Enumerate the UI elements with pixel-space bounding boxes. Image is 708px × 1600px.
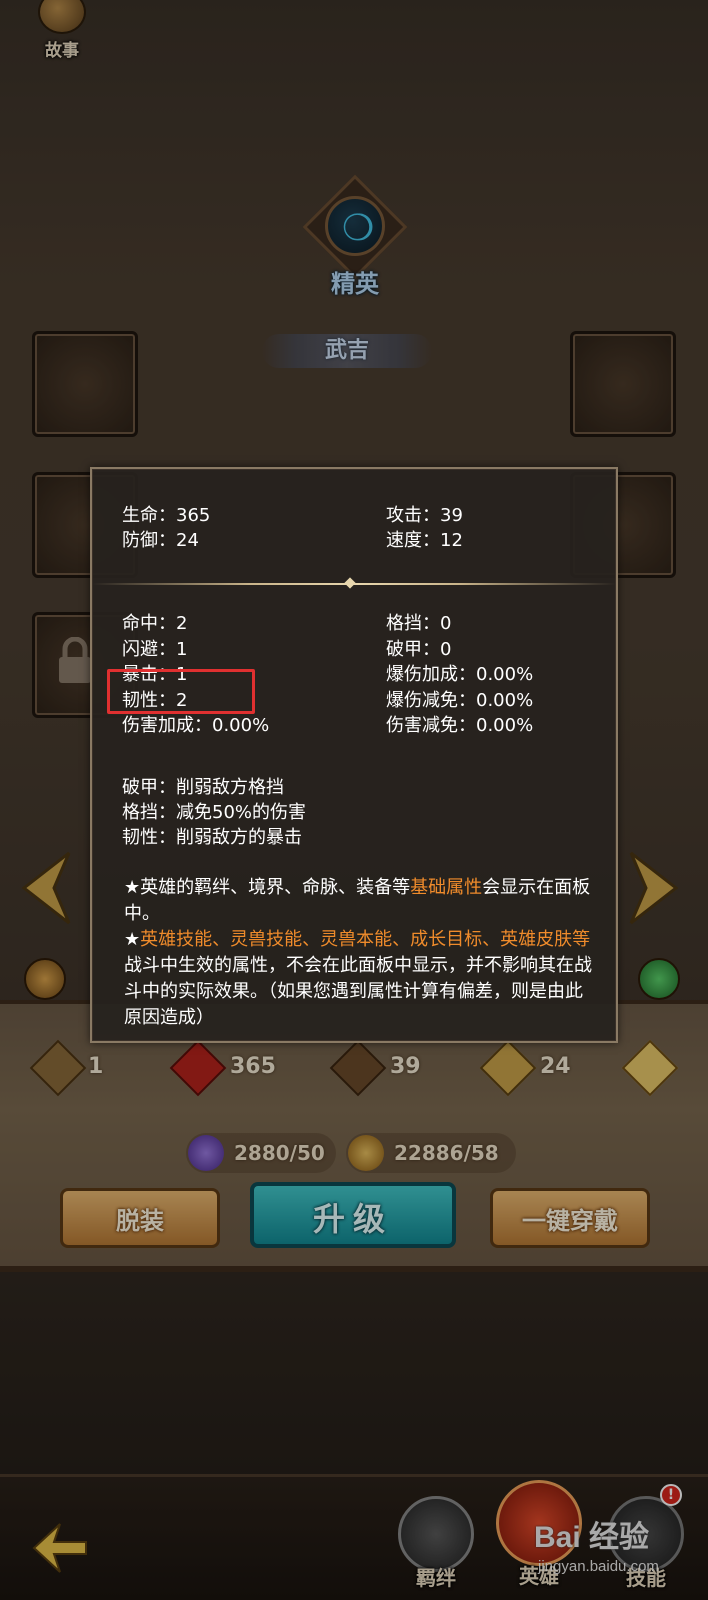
- note-combat-attributes: ★英雄技能、灵兽技能、灵兽本能、成长目标、英雄皮肤等战斗中生效的属性，不会在此面…: [124, 927, 594, 1031]
- stat-crit-dmg-bonus: 爆伤加成：0.00%: [386, 664, 534, 685]
- stat-speed: 速度：12: [386, 530, 463, 551]
- explain-armor-break: 破甲：削弱敌方格挡: [122, 777, 284, 798]
- stat-dodge: 闪避：1: [122, 639, 188, 660]
- stat-dmg-bonus: 伤害加成：0.00%: [122, 715, 270, 736]
- stat-attack: 攻击：39: [386, 505, 463, 526]
- divider-ornament: [344, 577, 356, 589]
- stat-dmg-reduce: 伤害减免：0.00%: [386, 715, 534, 736]
- toughness-annotation-box: [107, 669, 255, 714]
- stat-block: 格挡：0: [386, 613, 452, 634]
- note2-highlight: 英雄技能、灵兽技能、灵兽本能、成长目标、英雄皮肤等: [140, 929, 591, 950]
- note1-highlight: 基础属性: [410, 877, 483, 898]
- stat-crit-dmg-reduce: 爆伤减免：0.00%: [386, 690, 534, 711]
- note2-prefix: ★: [124, 929, 141, 950]
- note-basic-attributes: ★英雄的羁绊、境界、命脉、装备等基础属性会显示在面板中。: [124, 875, 594, 927]
- stat-defense: 防御：24: [122, 530, 199, 551]
- stat-armor-break: 破甲：0: [386, 639, 452, 660]
- explain-block: 格挡：减免50%的伤害: [122, 802, 307, 823]
- note2-suffix: 战斗中生效的属性，不会在此面板中显示，并不影响其在战斗中的实际效果。（如果您遇到…: [124, 955, 592, 1028]
- explain-toughness: 韧性：削弱敌方的暴击: [122, 827, 302, 848]
- attributes-popup: 生命：365 攻击：39 防御：24 速度：12 命中：2 闪避：1 暴击：1 …: [90, 467, 618, 1043]
- stat-hit: 命中：2: [122, 613, 188, 634]
- note1-prefix: ★英雄的羁绊、境界、命脉、装备等: [124, 877, 411, 898]
- stat-hp: 生命：365: [122, 505, 211, 526]
